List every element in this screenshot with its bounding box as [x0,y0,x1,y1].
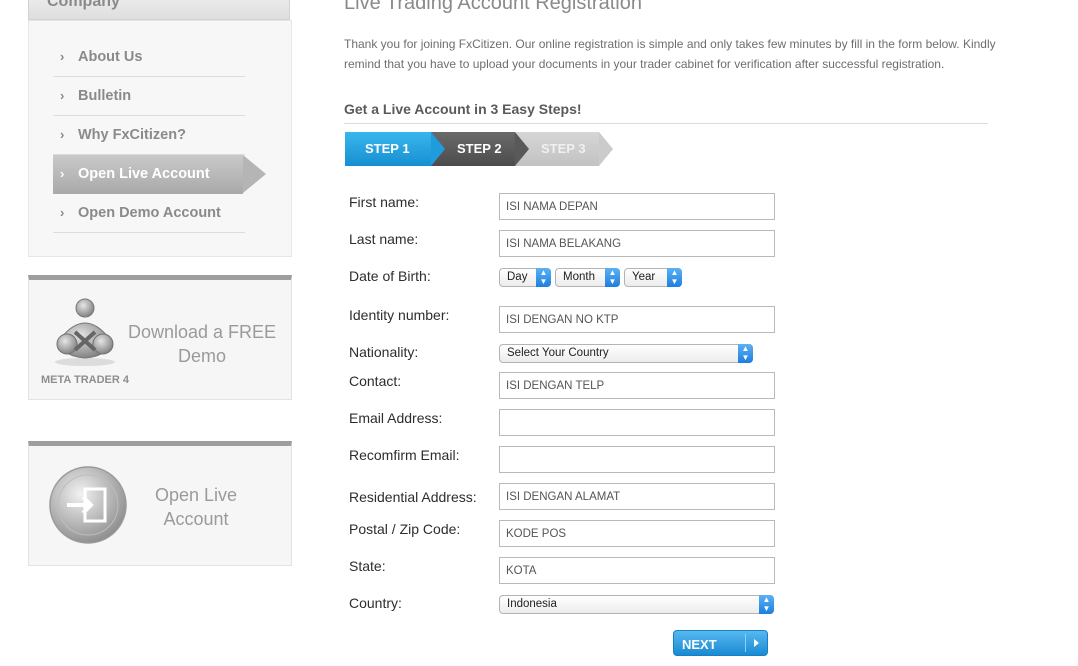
chevron-right-icon: › [60,205,65,220]
sidebar-item-about-us[interactable]: › About Us [53,38,245,77]
country-select[interactable]: Indonesia ▲ ▼ [499,595,774,614]
country-value: Indonesia [507,598,557,610]
identity-number-field[interactable] [499,306,775,333]
email-field[interactable] [499,409,775,436]
chevron-right-icon: › [60,166,65,181]
select-arrows-icon: ▲ ▼ [605,268,620,287]
nationality-select[interactable]: Select Your Country ▲ ▼ [499,344,753,363]
open-live-account-promo[interactable]: Open Live Account [28,441,292,566]
sidebar-heading-text: Company [47,0,120,10]
next-button[interactable]: NEXT [673,630,768,656]
enter-door-icon [49,466,127,544]
chevron-right-icon: › [60,49,65,64]
residential-address-field[interactable] [499,483,775,510]
sidebar-heading: Company [28,0,290,20]
dob-year-select[interactable]: Year ▲ ▼ [624,268,682,287]
email-address-label: Email Address: [349,410,443,426]
postal-code-field[interactable] [499,520,775,547]
recomfirm-email-label: Recomfirm Email: [349,447,460,463]
sidebar-nav: › About Us › Bulletin › Why FxCitizen? ›… [28,20,292,257]
page-title: Live Trading Account Registration [344,0,642,14]
sidebar-item-open-demo-account[interactable]: › Open Demo Account [53,194,245,233]
sidebar-item-label: Bulletin [78,88,132,104]
play-arrow-icon [754,639,759,647]
select-arrows-icon: ▲ ▼ [759,595,774,614]
open-live-account-title: Open Live Account [154,485,238,529]
date-of-birth-label: Date of Birth: [349,268,431,284]
residential-address-label: Residential Address: [349,489,477,505]
postal-code-label: Postal / Zip Code: [349,521,461,537]
dob-month-value: Month [563,271,595,283]
identity-number-label: Identity number: [349,307,450,323]
contact-label: Contact: [349,373,402,389]
select-arrows-icon: ▲ ▼ [738,344,753,363]
last-name-label: Last name: [349,231,419,247]
sidebar-item-open-live-account[interactable]: › Open Live Account [53,155,266,194]
download-demo-promo[interactable]: Download a FREE Demo META TRADER 4 [28,275,292,400]
intro-text: Thank you for joining FxCitizen. Our onl… [344,37,996,71]
chevron-right-icon: › [60,88,65,103]
chevron-right-icon: › [60,127,65,142]
divider [344,123,988,124]
steps-heading: Get a Live Account in 3 Easy Steps! [344,101,582,117]
sidebar-item-label: Open Live Account [78,166,210,182]
next-button-label: NEXT [682,637,717,652]
button-divider [745,634,746,652]
country-label: Country: [349,595,402,611]
nationality-value: Select Your Country [507,347,609,359]
step-1-tab[interactable]: STEP 1 [345,132,445,166]
dob-day-value: Day [507,271,528,283]
dob-month-select[interactable]: Month ▲ ▼ [555,268,620,287]
recomfirm-email-field[interactable] [499,446,775,473]
sidebar-item-label: Why FxCitizen? [78,127,186,143]
first-name-field[interactable] [499,193,775,220]
state-field[interactable] [499,557,775,584]
nationality-label: Nationality: [349,344,419,360]
first-name-label: First name: [349,194,420,210]
sidebar-item-label: Open Demo Account [78,205,221,221]
contact-field[interactable] [499,372,775,399]
dob-year-value: Year [632,271,656,283]
sidebar-item-label: About Us [78,49,143,65]
state-label: State: [349,558,386,574]
last-name-field[interactable] [499,230,775,257]
dob-day-select[interactable]: Day ▲ ▼ [499,268,551,287]
meta-trader-label: META TRADER 4 [41,374,129,386]
sidebar-item-bulletin[interactable]: › Bulletin [53,77,245,116]
download-demo-title: Download a FREE Demo [127,322,277,366]
meta-trader-logo-icon [55,298,115,366]
select-arrows-icon: ▲ ▼ [667,268,682,287]
sidebar-item-why-fxcitizen[interactable]: › Why FxCitizen? [53,116,245,155]
select-arrows-icon: ▲ ▼ [536,268,551,287]
